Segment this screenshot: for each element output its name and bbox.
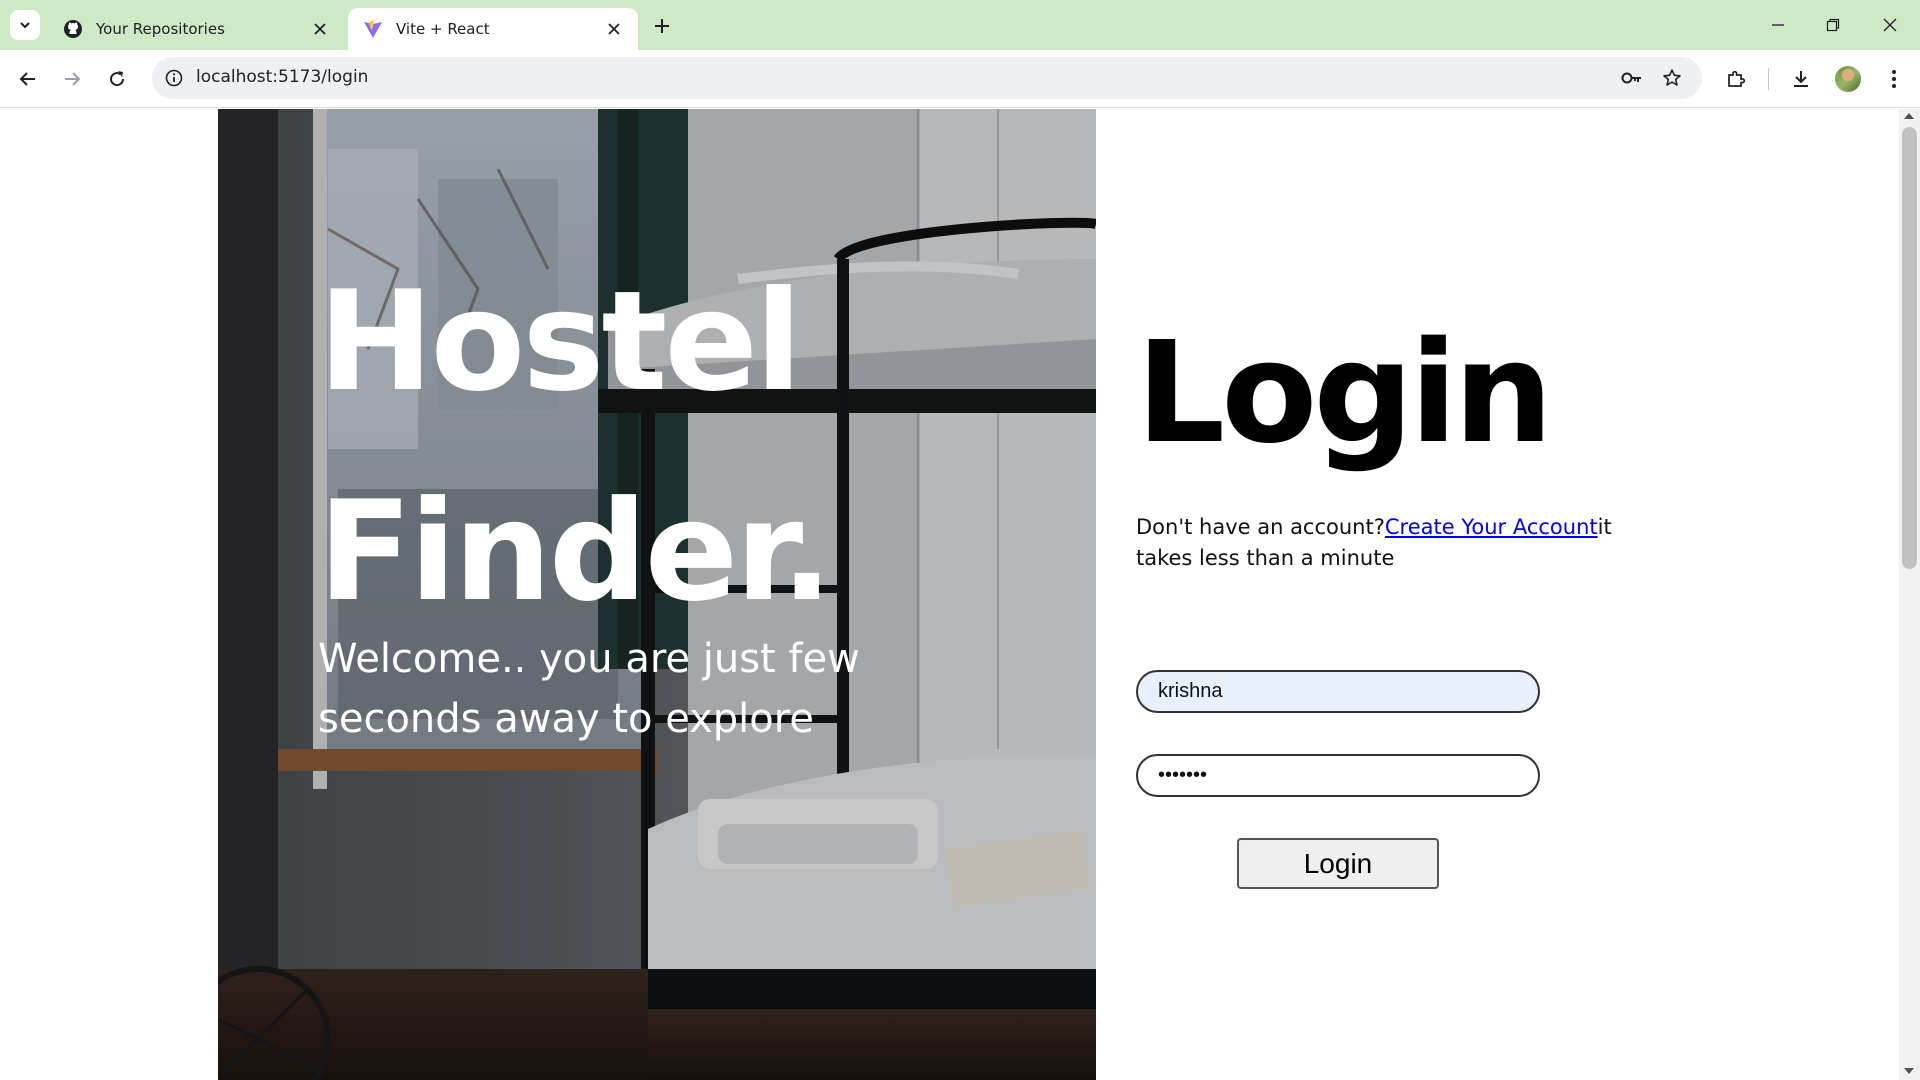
tab-title: Vite + React: [396, 20, 490, 38]
scroll-thumb[interactable]: [1902, 127, 1917, 569]
close-window-button[interactable]: [1872, 10, 1908, 40]
address-url: localhost:5173/login: [196, 67, 369, 87]
puzzle-icon: [1728, 70, 1746, 87]
password-key-icon[interactable]: [1620, 66, 1644, 90]
reload-button[interactable]: [101, 63, 133, 95]
username-input[interactable]: [1136, 670, 1540, 713]
toolbar-divider: [1768, 68, 1769, 90]
login-heading: Login: [1136, 312, 1553, 475]
tab-strip: Your Repositories Vite + React: [0, 0, 1920, 50]
vite-icon: [362, 18, 384, 40]
browser-toolbar: localhost:5173/login: [0, 50, 1920, 108]
scroll-up-arrow-icon[interactable]: [1904, 113, 1914, 119]
new-tab-button[interactable]: [648, 12, 676, 40]
address-bar[interactable]: localhost:5173/login: [152, 57, 1702, 99]
tab-your-repositories[interactable]: Your Repositories: [48, 8, 344, 50]
bookmark-star-icon[interactable]: [1660, 66, 1684, 90]
site-info-icon[interactable]: [162, 66, 186, 90]
plus-icon: [655, 19, 669, 33]
github-icon: [62, 18, 84, 40]
back-button[interactable]: [12, 63, 44, 95]
arrow-left-icon: [19, 72, 35, 86]
hero-subtitle: Welcome.. you are just few seconds away …: [318, 636, 860, 742]
hero-image-panel: Hostel Finder. Welcome.. you are just fe…: [218, 109, 1096, 1080]
kebab-menu-icon: [1892, 70, 1896, 88]
close-icon[interactable]: [604, 19, 624, 39]
downloads-button[interactable]: [1785, 63, 1817, 95]
page-viewport: Hostel Finder. Welcome.. you are just fe…: [0, 109, 1899, 1080]
create-account-link[interactable]: Create Your Account: [1385, 515, 1598, 539]
restore-icon: [1826, 18, 1840, 32]
signup-prompt: Don't have an account?Create Your Accoun…: [1136, 512, 1616, 574]
minimize-icon: [1772, 24, 1784, 26]
download-icon: [1794, 71, 1808, 87]
tab-title: Your Repositories: [96, 20, 225, 38]
chevron-down-icon: [20, 22, 30, 29]
password-input[interactable]: [1136, 754, 1540, 797]
login-button[interactable]: Login: [1237, 838, 1439, 889]
forward-button[interactable]: [56, 63, 88, 95]
tab-search-button[interactable]: [10, 10, 40, 40]
arrow-right-icon: [65, 72, 81, 86]
browser-menu-button[interactable]: [1878, 63, 1910, 95]
page-scrollbar[interactable]: [1899, 109, 1920, 1080]
signup-prefix: Don't have an account?: [1136, 515, 1385, 539]
restore-button[interactable]: [1815, 10, 1851, 40]
tab-vite-react[interactable]: Vite + React: [348, 8, 638, 50]
extensions-button[interactable]: [1720, 63, 1752, 95]
close-icon: [1883, 18, 1897, 32]
close-icon[interactable]: [310, 19, 330, 39]
scroll-down-arrow-icon[interactable]: [1904, 1068, 1914, 1074]
minimize-button[interactable]: [1760, 10, 1796, 40]
reload-icon: [110, 71, 125, 87]
hero-title: Hostel Finder.: [318, 261, 833, 632]
avatar[interactable]: [1835, 66, 1861, 92]
